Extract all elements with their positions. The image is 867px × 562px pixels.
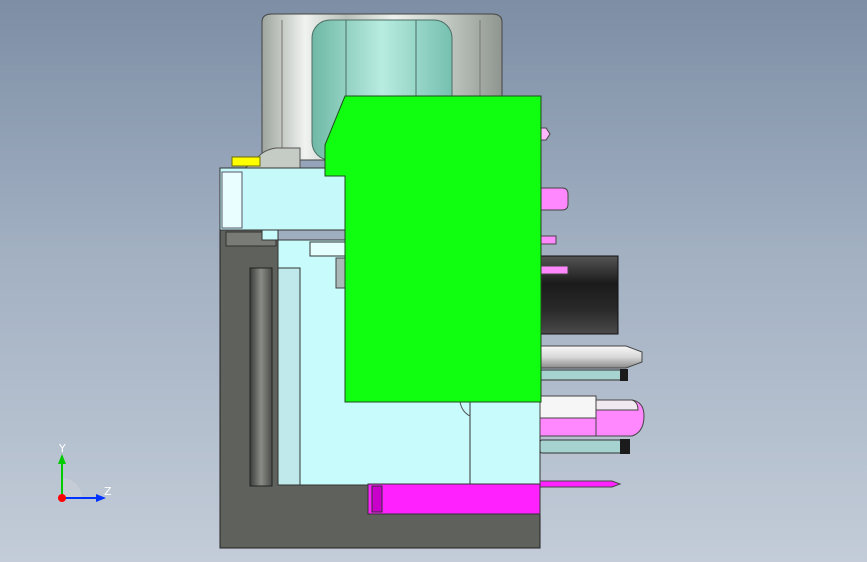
yellow-tab[interactable] [231,156,261,167]
axis-triad: Y Z [58,442,112,502]
y-axis-label: Y [58,442,66,455]
triad-quadrant [62,478,82,498]
cad-model[interactable] [0,0,867,562]
z-axis-label: Z [104,485,112,498]
magenta-block[interactable] [367,483,541,515]
green-block[interactable] [324,95,542,403]
connector-parts[interactable] [539,127,645,488]
3d-viewport[interactable]: Y Z [0,0,867,562]
y-arrowhead-icon [58,454,66,464]
origin-dot [58,494,66,502]
